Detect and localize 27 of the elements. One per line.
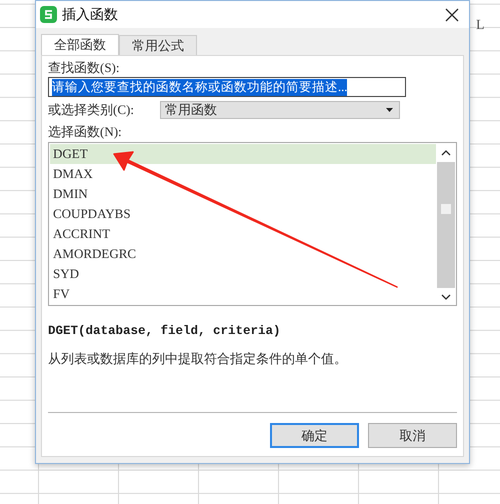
column-header: L [476,18,485,34]
function-item[interactable]: ACCRINT [50,224,436,244]
scroll-down-icon[interactable] [440,294,450,300]
function-item[interactable]: DMAX [50,164,436,184]
search-label: 查找函数(S): [48,59,120,77]
function-signature: DGET(database, field, criteria) [48,324,282,338]
function-item[interactable]: COUPDAYBS [50,204,436,224]
function-item[interactable]: DGET [50,144,436,164]
category-dropdown[interactable]: 常用函数 [160,101,400,119]
caret-icon [386,108,393,112]
close-icon[interactable] [445,8,459,22]
function-item[interactable]: DMIN [50,184,436,204]
search-field[interactable]: 请输入您要查找的函数名称或函数功能的简要描述... [48,77,406,97]
scroll-thumb[interactable] [440,204,450,214]
tab[interactable]: 全部函数 [41,34,119,55]
window-title: 插入函数 [62,6,119,24]
app-icon [40,6,57,23]
scroll-up-icon[interactable] [440,150,450,156]
category-label: 或选择类别(C): [48,101,135,119]
function-item[interactable]: SYD [50,264,436,284]
dialog-button[interactable]: 取消 [368,423,457,448]
function-description: 从列表或数据库的列中提取符合指定条件的单个值。 [48,350,348,368]
tab[interactable]: 常用公式 [119,35,197,55]
function-item[interactable]: AMORDEGRC [50,244,436,264]
dialog-button[interactable]: 确定 [270,423,359,448]
function-item[interactable]: FV [50,284,436,304]
function-list-label: 选择函数(N): [48,123,123,141]
